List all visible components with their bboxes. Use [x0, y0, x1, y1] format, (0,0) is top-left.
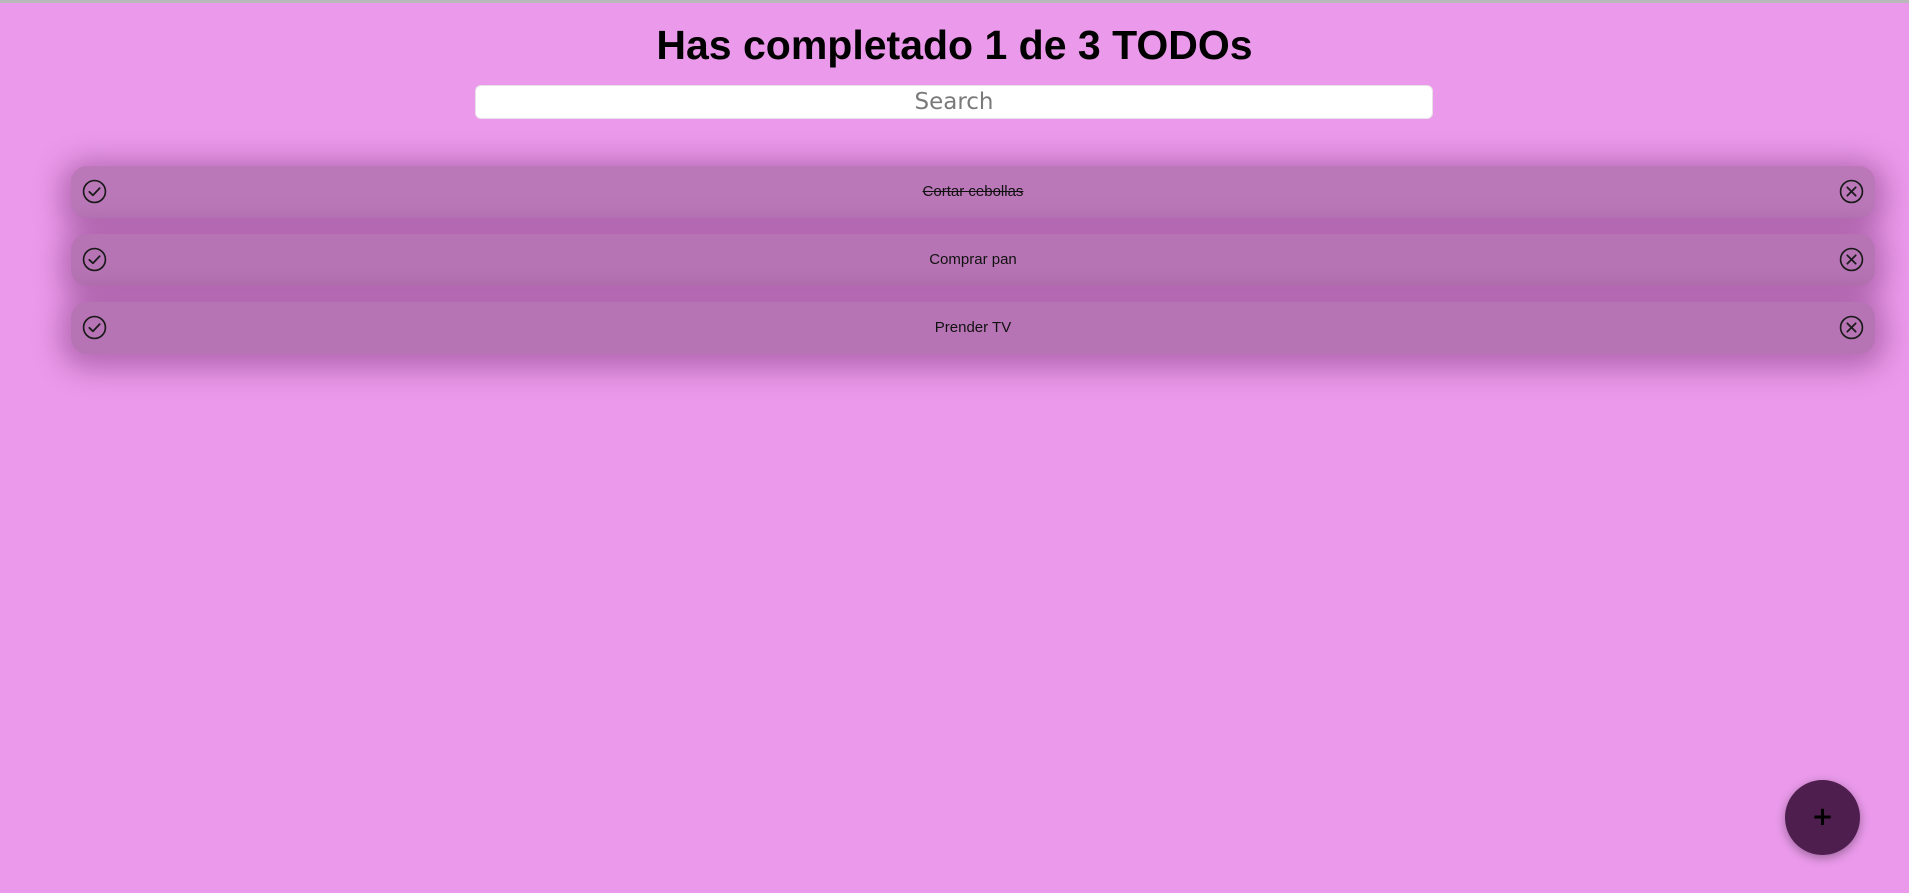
- page-title: Has completado 1 de 3 TODOs: [656, 22, 1253, 68]
- todo-item: Prender TV: [71, 302, 1875, 354]
- add-todo-button[interactable]: +: [1785, 780, 1860, 855]
- todo-text: Prender TV: [934, 319, 1012, 336]
- todo-text: Comprar pan: [929, 251, 1017, 268]
- todo-item: Comprar pan: [71, 234, 1875, 286]
- window-top-border: [0, 0, 1909, 3]
- todo-list: Cortar cebollas Comprar pan Prender TV: [71, 166, 1875, 370]
- search-input[interactable]: [475, 85, 1433, 119]
- close-circle-icon[interactable]: [1839, 179, 1864, 204]
- todo-item: Cortar cebollas: [71, 166, 1875, 218]
- close-circle-icon[interactable]: [1839, 247, 1864, 272]
- close-circle-icon[interactable]: [1839, 315, 1864, 340]
- todo-text: Cortar cebollas: [922, 183, 1024, 200]
